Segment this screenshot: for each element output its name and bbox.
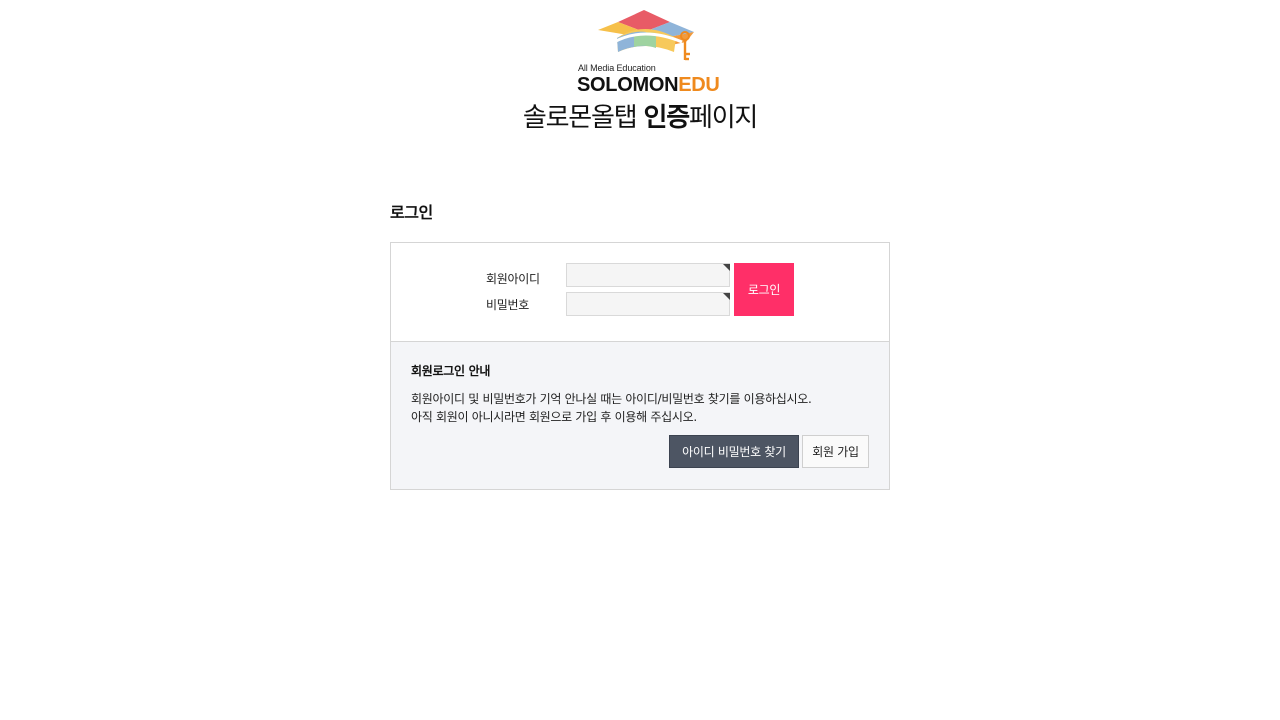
page-title: 솔로몬올탭 인증페이지 — [0, 100, 1280, 136]
member-id-label: 회원아이디 — [486, 272, 540, 286]
info-title: 회원로그인 안내 — [411, 364, 491, 378]
logo-tagline: All Media Education — [578, 63, 656, 73]
logo-wordmark-edu: EDU — [678, 74, 720, 96]
info-text-line-2: 아직 회원이 아니시라면 회원으로 가입 후 이용해 주십시오. — [411, 410, 697, 424]
login-section-title: 로그인 — [390, 203, 433, 222]
password-label: 비밀번호 — [486, 298, 529, 312]
login-info-panel: 회원로그인 안내 회원아이디 및 비밀번호가 기억 안나실 때는 아이디/비밀번… — [391, 341, 889, 489]
info-text-line-1: 회원아이디 및 비밀번호가 기억 안나실 때는 아이디/비밀번호 찾기를 이용하… — [411, 392, 812, 406]
page-title-suffix: 페이지 — [688, 103, 758, 133]
solomonedu-logo: All Media Education SOLOMONEDU — [570, 6, 720, 98]
login-form: 회원아이디 비밀번호 로그인 — [391, 243, 889, 341]
page-header: All Media Education SOLOMONEDU 솔로몬올탭 인증페… — [0, 0, 1280, 150]
sign-up-button[interactable]: 회원 가입 — [802, 435, 869, 468]
required-marker-icon — [723, 264, 730, 271]
page-title-regular: 솔로몬올탭 — [522, 103, 644, 133]
find-id-password-button[interactable]: 아이디 비밀번호 찾기 — [669, 435, 799, 468]
required-marker-icon — [723, 293, 730, 300]
logo-wordmark-solomon: SOLOMON — [577, 74, 679, 96]
member-id-input[interactable] — [566, 263, 730, 287]
logo-wordmark: SOLOMONEDU — [577, 74, 720, 96]
page-title-bold: 인증 — [643, 103, 691, 133]
login-box: 회원아이디 비밀번호 로그인 회원로그인 안내 회원아이디 및 비밀번호가 기억… — [390, 242, 890, 490]
login-button[interactable]: 로그인 — [734, 263, 794, 316]
password-input[interactable] — [566, 292, 730, 316]
